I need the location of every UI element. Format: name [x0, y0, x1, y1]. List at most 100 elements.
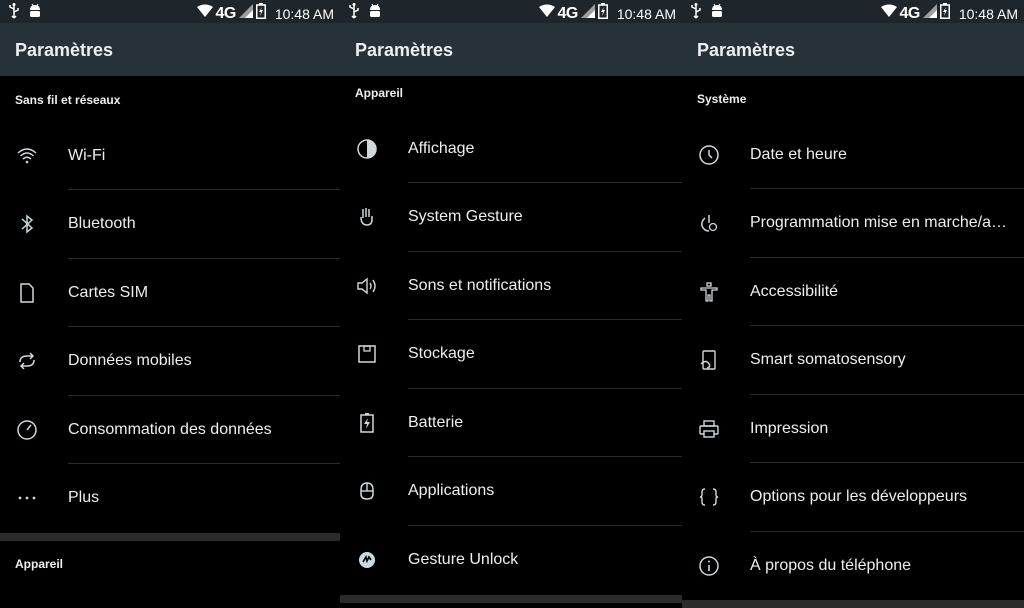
settings-item-system-gesture[interactable]: System Gesture: [340, 183, 682, 251]
item-label: À propos du téléphone: [750, 557, 912, 574]
usb-icon: [690, 3, 702, 24]
settings-item-bluetooth[interactable]: Bluetooth: [0, 190, 340, 258]
settings-panel-system: 4G 10:48 AM Paramètres Système Date et h…: [682, 0, 1024, 608]
wifi-signal-icon: [880, 3, 897, 24]
wifi-signal-icon: [196, 3, 213, 24]
screens-row: 4G 10:48 AM Paramètres Sans fil et résea…: [0, 0, 1024, 608]
section-separator: [340, 595, 682, 603]
section-header: Sans fil et réseaux: [15, 93, 121, 107]
cell-signal-icon: [580, 3, 595, 24]
item-label: System Gesture: [408, 208, 523, 225]
data-usage-icon: [15, 418, 39, 442]
section-separator: [682, 600, 1024, 608]
item-label: Batterie: [408, 414, 464, 431]
info-icon: [697, 554, 721, 578]
item-label: Date et heure: [750, 146, 847, 163]
settings-item-wifi[interactable]: Wi-Fi: [0, 122, 340, 190]
settings-item-display[interactable]: Affichage: [340, 115, 682, 183]
item-label: Gesture Unlock: [408, 551, 519, 568]
wifi-signal-icon: [538, 3, 555, 24]
accessibility-icon: [697, 280, 721, 304]
apps-icon: [355, 479, 379, 503]
settings-item-more[interactable]: Plus: [0, 464, 340, 532]
network-type: 4G: [899, 4, 921, 22]
settings-item-battery[interactable]: Batterie: [340, 389, 682, 457]
item-label: Applications: [408, 482, 495, 499]
item-label: Bluetooth: [68, 215, 136, 232]
item-label: Wi-Fi: [68, 147, 106, 164]
item-label: Affichage: [408, 140, 475, 157]
page-title: Paramètres: [15, 40, 114, 60]
network-type: 4G: [215, 4, 237, 22]
mobile-data-icon: [15, 349, 39, 373]
status-time: 10:48 AM: [616, 5, 676, 22]
android-icon: [368, 3, 382, 24]
item-label: Stockage: [408, 345, 475, 362]
section-separator: [0, 533, 340, 541]
usb-icon: [348, 3, 360, 24]
item-label: Données mobiles: [68, 352, 192, 369]
item-label: Smart somatosensory: [750, 351, 906, 368]
item-label: Plus: [68, 489, 100, 506]
settings-item-print[interactable]: Impression: [682, 395, 1024, 463]
item-label: Options pour les développeurs: [750, 488, 968, 505]
more-icon: [15, 486, 39, 510]
network-type: 4G: [557, 4, 579, 22]
usb-icon: [8, 3, 20, 24]
developer-options-icon: [697, 485, 721, 509]
battery-icon: [355, 411, 379, 435]
settings-item-accessibility[interactable]: Accessibilité: [682, 258, 1024, 326]
clock-icon: [697, 143, 721, 167]
section-header: Appareil: [355, 86, 404, 100]
gesture-icon: [355, 205, 379, 229]
settings-item-somatosensory[interactable]: Smart somatosensory: [682, 326, 1024, 394]
item-label: Accessibilité: [750, 283, 839, 300]
settings-item-applications[interactable]: Applications: [340, 457, 682, 525]
settings-item-data-usage[interactable]: Consommation des données: [0, 396, 340, 464]
app-bar: Paramètres: [0, 23, 340, 76]
storage-icon: [355, 342, 379, 366]
settings-panel-wireless: 4G 10:48 AM Paramètres Sans fil et résea…: [0, 0, 340, 608]
section-header: Système: [697, 92, 747, 106]
settings-panel-device: 4G 10:48 AM Paramètres Appareil Affichag…: [340, 0, 682, 608]
display-icon: [355, 137, 379, 161]
item-label: Consommation des données: [68, 421, 272, 438]
settings-item-gesture-unlock[interactable]: Gesture Unlock: [340, 526, 682, 594]
gesture-unlock-icon: [355, 548, 379, 572]
status-bar: 4G 10:48 AM: [340, 0, 682, 23]
settings-item-developer-options[interactable]: Options pour les développeurs: [682, 463, 1024, 531]
item-label: Sons et notifications: [408, 277, 552, 294]
settings-item-date-time[interactable]: Date et heure: [682, 121, 1024, 189]
page-title: Paramètres: [697, 40, 796, 60]
android-icon: [28, 3, 42, 24]
wifi-icon: [15, 144, 39, 168]
cell-signal-icon: [922, 3, 937, 24]
power-schedule-icon: [697, 211, 721, 235]
cell-signal-icon: [238, 3, 253, 24]
battery-status-icon: [597, 3, 608, 24]
status-time: 10:48 AM: [274, 5, 334, 22]
battery-status-icon: [939, 3, 950, 24]
settings-item-storage[interactable]: Stockage: [340, 320, 682, 388]
volume-icon: [355, 274, 379, 298]
status-time: 10:48 AM: [958, 5, 1018, 22]
app-bar: Paramètres: [340, 23, 682, 76]
bluetooth-icon: [15, 212, 39, 236]
settings-item-sound[interactable]: Sons et notifications: [340, 252, 682, 320]
somatosensory-icon: [697, 348, 721, 372]
settings-item-power-schedule[interactable]: Programmation mise en marche/a…: [682, 189, 1024, 257]
status-bar: 4G 10:48 AM: [682, 0, 1024, 23]
item-label: Cartes SIM: [68, 284, 149, 301]
app-bar: Paramètres: [682, 23, 1024, 76]
android-icon: [710, 3, 724, 24]
item-label: Programmation mise en marche/a…: [750, 214, 1007, 231]
item-label: Impression: [750, 420, 829, 437]
settings-item-about-phone[interactable]: À propos du téléphone: [682, 532, 1024, 600]
sim-card-icon: [15, 281, 39, 305]
section-header-next: Appareil: [15, 557, 64, 571]
print-icon: [697, 417, 721, 441]
settings-item-mobile-data[interactable]: Données mobiles: [0, 327, 340, 395]
status-bar: 4G 10:48 AM: [0, 0, 340, 23]
settings-item-sim[interactable]: Cartes SIM: [0, 259, 340, 327]
page-title: Paramètres: [355, 40, 454, 60]
